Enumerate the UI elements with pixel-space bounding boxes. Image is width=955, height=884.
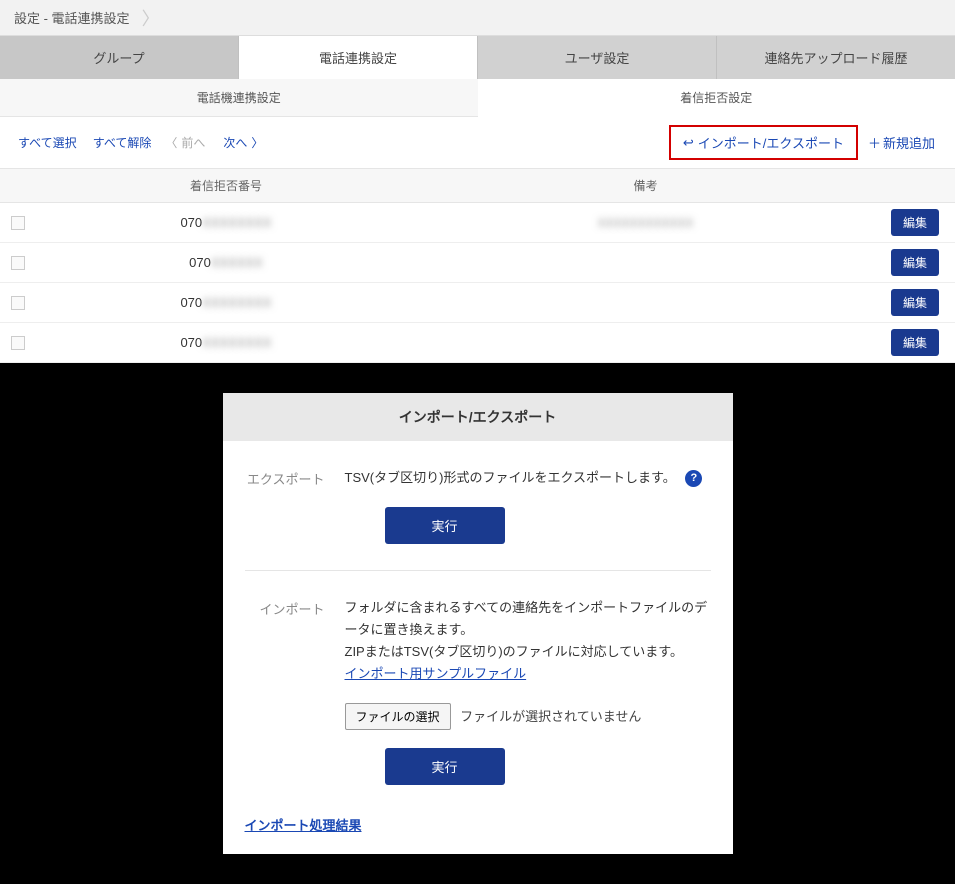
row-number: 070XXXXXXXX <box>36 287 416 318</box>
breadcrumb: 設定 - 電話連携設定 〉 <box>0 0 955 36</box>
tab-phone-link[interactable]: 電話連携設定 <box>239 36 478 79</box>
prev-arrow-icon[interactable]: 〈 <box>165 134 177 151</box>
import-export-button[interactable]: ↩ インポート/エクスポート <box>669 125 858 160</box>
import-desc2: ZIPまたはTSV(タブ区切り)のファイルに対応しています。 <box>345 641 711 663</box>
export-label: エクスポート <box>245 467 325 544</box>
row-checkbox[interactable] <box>11 296 25 310</box>
prev-link[interactable]: 前へ <box>181 134 205 151</box>
edit-button[interactable]: 編集 <box>891 249 939 276</box>
edit-button[interactable]: 編集 <box>891 209 939 236</box>
reply-arrow-icon: ↩ <box>683 135 694 151</box>
plus-icon: ＋ <box>868 133 881 152</box>
import-result-link[interactable]: インポート処理結果 <box>245 818 362 833</box>
main-tabs: グループ 電話連携設定 ユーザ設定 連絡先アップロード履歴 <box>0 36 955 79</box>
next-link[interactable]: 次へ <box>223 134 247 151</box>
edit-button[interactable]: 編集 <box>891 329 939 356</box>
breadcrumb-title: 設定 - 電話連携設定 <box>14 8 130 27</box>
subtab-device-link[interactable]: 電話機連携設定 <box>0 79 478 117</box>
row-note <box>416 295 875 311</box>
select-all-link[interactable]: すべて選択 <box>10 130 85 155</box>
row-number: 070XXXXXXXX <box>36 207 416 238</box>
header-note: 備考 <box>416 169 875 202</box>
tab-upload-history[interactable]: 連絡先アップロード履歴 <box>717 36 955 79</box>
edit-button[interactable]: 編集 <box>891 289 939 316</box>
row-number: 070XXXXXX <box>36 247 416 278</box>
table-row: 070XXXXXXXX 編集 <box>0 283 955 323</box>
import-section: インポート フォルダに含まれるすべての連絡先をインポートファイルのデータに置き換… <box>245 570 711 811</box>
next-arrow-icon[interactable]: 〉 <box>251 134 263 151</box>
row-checkbox[interactable] <box>11 256 25 270</box>
import-exec-button[interactable]: 実行 <box>385 748 505 785</box>
export-section: エクスポート TSV(タブ区切り)形式のファイルをエクスポートします。 ? 実行 <box>245 467 711 570</box>
subtab-block-settings[interactable]: 着信拒否設定 <box>478 79 955 117</box>
file-select-button[interactable]: ファイルの選択 <box>345 703 451 730</box>
row-note <box>416 335 875 351</box>
tab-group[interactable]: グループ <box>0 36 239 79</box>
export-desc: TSV(タブ区切り)形式のファイルをエクスポートします。 <box>345 470 676 485</box>
panel-title: インポート/エクスポート <box>223 393 733 441</box>
add-new-label: 新規追加 <box>883 133 935 152</box>
deselect-all-link[interactable]: すべて解除 <box>85 130 160 155</box>
row-checkbox[interactable] <box>11 216 25 230</box>
chevron-right-icon: 〉 <box>142 5 160 31</box>
table-row: 070XXXXXXXXXXXXXXXXXXXX 編集 <box>0 203 955 243</box>
row-checkbox[interactable] <box>11 336 25 350</box>
file-status: ファイルが選択されていません <box>460 709 641 724</box>
table-row: 070XXXXXXXX 編集 <box>0 323 955 363</box>
row-note <box>416 255 875 271</box>
sample-file-link[interactable]: インポート用サンプルファイル <box>345 666 527 681</box>
import-export-label: インポート/エクスポート <box>698 133 844 152</box>
row-note: XXXXXXXXXXXX <box>416 208 875 238</box>
tab-user-settings[interactable]: ユーザ設定 <box>478 36 717 79</box>
toolbar: すべて選択 すべて解除 〈 前へ 次へ 〉 ↩ インポート/エクスポート ＋ 新… <box>0 117 955 168</box>
import-export-panel: インポート/エクスポート エクスポート TSV(タブ区切り)形式のファイルをエク… <box>223 393 733 854</box>
pager: 〈 前へ 次へ 〉 <box>165 134 263 151</box>
table-header: 着信拒否番号 備考 <box>0 168 955 203</box>
export-exec-button[interactable]: 実行 <box>385 507 505 544</box>
import-label: インポート <box>245 597 325 785</box>
add-new-button[interactable]: ＋ 新規追加 <box>858 127 945 158</box>
table-row: 070XXXXXX 編集 <box>0 243 955 283</box>
sub-tabs: 電話機連携設定 着信拒否設定 <box>0 79 955 117</box>
row-number: 070XXXXXXXX <box>36 327 416 358</box>
import-desc1: フォルダに含まれるすべての連絡先をインポートファイルのデータに置き換えます。 <box>345 597 711 641</box>
help-icon[interactable]: ? <box>685 470 702 487</box>
header-number: 着信拒否番号 <box>36 169 416 202</box>
